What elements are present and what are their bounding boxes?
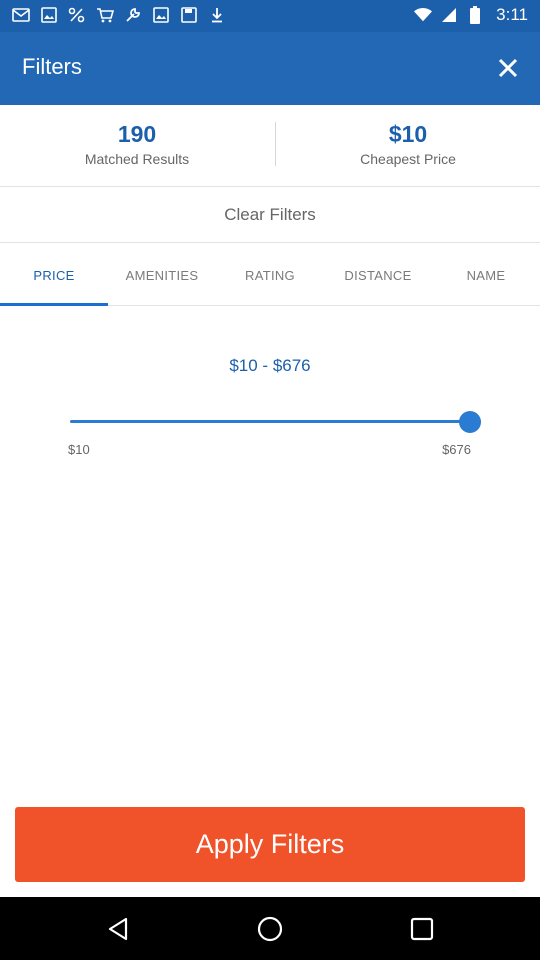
- tab-amenities[interactable]: AMENITIES: [108, 244, 216, 306]
- tab-price[interactable]: PRICE: [0, 244, 108, 306]
- notification-icons: [12, 6, 226, 24]
- photo-icon: [152, 6, 170, 24]
- filter-tabs: PRICE AMENITIES RATING DISTANCE NAME: [0, 244, 540, 306]
- home-button[interactable]: [256, 915, 284, 943]
- percent-icon: [68, 6, 86, 24]
- system-icons: 3:11: [414, 5, 528, 25]
- matched-results-label: Matched Results: [84, 151, 190, 167]
- recents-icon: [410, 917, 434, 941]
- status-bar: 3:11: [0, 0, 540, 32]
- active-tab-indicator: [0, 303, 108, 306]
- page-title: Filters: [22, 54, 82, 79]
- download-icon: [208, 6, 226, 24]
- home-icon: [257, 916, 283, 942]
- cart-icon: [96, 6, 114, 24]
- tab-name[interactable]: NAME: [432, 244, 540, 306]
- slider-max-label: $676: [442, 442, 471, 457]
- close-button[interactable]: [494, 54, 522, 82]
- tab-distance[interactable]: DISTANCE: [324, 244, 432, 306]
- photo-icon: [40, 6, 58, 24]
- matched-results-value: 190: [117, 121, 157, 147]
- wrench-icon: [124, 6, 142, 24]
- slider-track[interactable]: [70, 420, 481, 423]
- apply-filters-button[interactable]: Apply Filters: [15, 807, 525, 882]
- slider-min-label: $10: [68, 442, 90, 457]
- close-icon: [498, 58, 518, 78]
- clear-filters-button[interactable]: Clear Filters: [224, 205, 316, 225]
- cheapest-price: $10 Cheapest Price: [273, 119, 540, 167]
- status-time: 3:11: [496, 5, 528, 24]
- cheapest-price-value: $10: [388, 121, 428, 147]
- battery-icon: [466, 6, 484, 24]
- results-summary: 190 Matched Results $10 Cheapest Price: [0, 105, 540, 187]
- slider-max-handle[interactable]: [459, 411, 481, 433]
- signal-icon: [440, 6, 458, 24]
- back-button[interactable]: [104, 915, 132, 943]
- clear-filters-row: Clear Filters: [0, 187, 540, 243]
- save-icon: [180, 6, 198, 24]
- mail-icon: [12, 6, 30, 24]
- app-bar: Filters: [0, 32, 540, 105]
- navigation-bar: [0, 897, 540, 960]
- matched-results: 190 Matched Results: [2, 119, 272, 167]
- recents-button[interactable]: [408, 915, 436, 943]
- wifi-icon: [414, 6, 433, 24]
- tab-rating[interactable]: RATING: [216, 244, 324, 306]
- back-icon: [108, 917, 128, 941]
- cheapest-price-label: Cheapest Price: [360, 151, 456, 167]
- price-range-slider[interactable]: [70, 410, 481, 434]
- price-range-label: $10 - $676: [229, 356, 311, 375]
